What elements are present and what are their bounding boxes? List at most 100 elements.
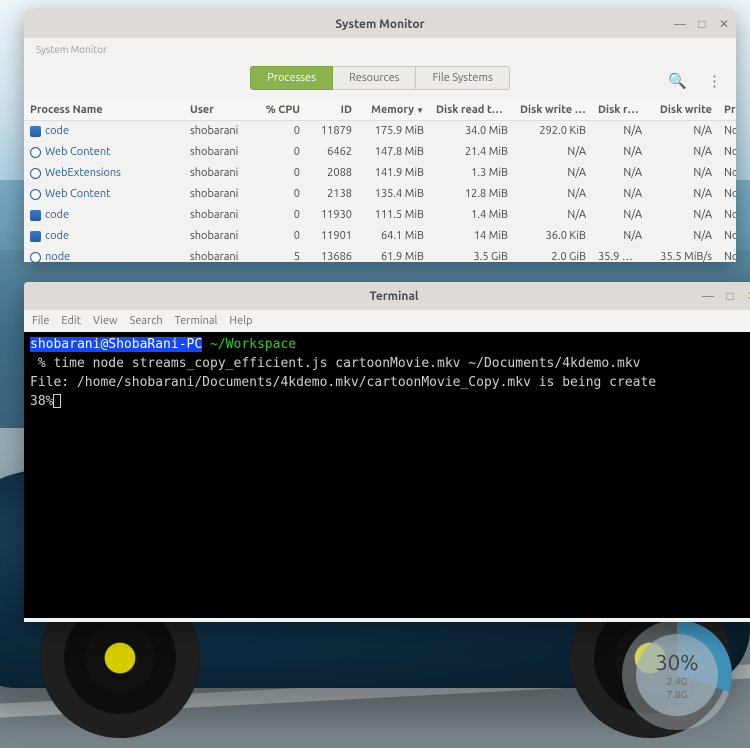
cell-user: shobarani [184, 226, 258, 247]
tab-resources[interactable]: Resources [333, 66, 416, 90]
ring-used: 2.4G [667, 675, 687, 688]
terminal-command: % time node streams_copy_efficient.js ca… [30, 356, 640, 371]
cell-id: 2088 [306, 163, 358, 184]
minimize-icon[interactable]: — [674, 18, 686, 30]
process-name: node [45, 251, 70, 262]
table-row[interactable]: Web Contentshobarani02138135.4 MiB12.8 M… [24, 184, 736, 205]
cell-write-total: N/A [514, 205, 592, 226]
process-code-icon [30, 231, 41, 242]
cell-write-total: N/A [514, 184, 592, 205]
ring-total: 7.8G [667, 688, 687, 701]
cell-priority: Normal [718, 247, 736, 263]
cell-id: 11930 [306, 205, 358, 226]
maximize-icon[interactable]: □ [724, 290, 736, 302]
cell-write: N/A [648, 226, 718, 247]
cell-cpu: 0 [258, 184, 306, 205]
cell-memory: 175.9 MiB [358, 121, 430, 142]
cell-cpu: 0 [258, 163, 306, 184]
cell-write-total: N/A [514, 163, 592, 184]
col-id[interactable]: ID [306, 100, 358, 121]
cell-read-total: 12.8 MiB [430, 184, 514, 205]
menu-file[interactable]: File [32, 315, 49, 327]
cell-priority: Normal [718, 184, 736, 205]
cell-read: N/A [592, 142, 648, 163]
menu-edit[interactable]: Edit [61, 315, 81, 327]
terminal-body[interactable]: shobarani@ShobaRani-PC ~/Workspace % tim… [24, 332, 750, 618]
col-read[interactable]: Disk read [592, 100, 648, 121]
col-user[interactable]: User [184, 100, 258, 121]
process-name: code [45, 209, 69, 221]
table-row[interactable]: codeshobarani01190164.1 MiB14 MiB36.0 Ki… [24, 226, 736, 247]
process-code-icon [30, 210, 41, 221]
cell-read: N/A [592, 163, 648, 184]
terminal-window: Terminal — □ ✕ File Edit View Search Ter… [24, 282, 750, 622]
cell-priority: Normal [718, 205, 736, 226]
cell-user: shobarani [184, 142, 258, 163]
table-row[interactable]: codeshobarani011879175.9 MiB34.0 MiB292.… [24, 121, 736, 142]
menu-help[interactable]: Help [229, 315, 252, 327]
cell-read-total: 14 MiB [430, 226, 514, 247]
close-icon[interactable]: ✕ [746, 290, 750, 302]
tab-processes[interactable]: Processes [250, 66, 333, 90]
cell-write: N/A [648, 121, 718, 142]
col-write[interactable]: Disk write [648, 100, 718, 121]
cell-id: 2138 [306, 184, 358, 205]
process-code-icon [30, 126, 41, 137]
col-name[interactable]: Process Name [24, 100, 184, 121]
cell-memory: 61.9 MiB [358, 247, 430, 263]
cell-write: N/A [648, 205, 718, 226]
sysmon-tabs: Processes Resources File Systems [24, 66, 736, 90]
close-icon[interactable]: ✕ [718, 18, 730, 30]
prompt-path: ~/Workspace [210, 337, 296, 352]
tab-filesystems[interactable]: File Systems [416, 66, 509, 90]
cell-write-total: N/A [514, 142, 592, 163]
cell-memory: 111.5 MiB [358, 205, 430, 226]
maximize-icon[interactable]: □ [696, 18, 708, 30]
menu-icon[interactable]: ⋮ [707, 72, 722, 90]
search-icon[interactable]: 🔍 [668, 72, 687, 90]
table-row[interactable]: Web Contentshobarani06462147.8 MiB21.4 M… [24, 142, 736, 163]
terminal-menubar: File Edit View Search Terminal Help [24, 310, 750, 332]
terminal-title: Terminal [369, 290, 418, 303]
cursor-icon [53, 394, 61, 408]
table-row[interactable]: nodeshobarani51368661.9 MiB3.5 GiB2.0 Gi… [24, 247, 736, 263]
cell-read-total: 1.3 MiB [430, 163, 514, 184]
cell-write-total: 292.0 KiB [514, 121, 592, 142]
terminal-progress: 38% [30, 394, 53, 409]
cell-id: 13686 [306, 247, 358, 263]
cell-user: shobarani [184, 163, 258, 184]
cell-write: N/A [648, 184, 718, 205]
col-cpu[interactable]: % CPU [258, 100, 306, 121]
col-write-total[interactable]: Disk write total [514, 100, 592, 121]
cell-read: 35.9 MiB/s [592, 247, 648, 263]
process-web-icon [30, 147, 41, 158]
table-row[interactable]: codeshobarani011930111.5 MiB1.4 MiBN/AN/… [24, 205, 736, 226]
process-web-icon [30, 252, 41, 263]
cell-user: shobarani [184, 184, 258, 205]
sort-desc-icon: ▼ [414, 106, 424, 115]
process-web-icon [30, 168, 41, 179]
cell-memory: 147.8 MiB [358, 142, 430, 163]
sysmon-title: System Monitor [335, 18, 424, 31]
terminal-titlebar[interactable]: Terminal — □ ✕ [24, 282, 750, 310]
menu-terminal[interactable]: Terminal [175, 315, 218, 327]
cell-priority: Normal [718, 163, 736, 184]
ring-percent: 30% [655, 650, 698, 675]
cell-cpu: 0 [258, 142, 306, 163]
table-row[interactable]: WebExtensionsshobarani02088141.9 MiB1.3 … [24, 163, 736, 184]
sysmon-titlebar[interactable]: System Monitor — □ ✕ [24, 10, 736, 38]
menu-view[interactable]: View [93, 315, 118, 327]
cell-user: shobarani [184, 247, 258, 263]
minimize-icon[interactable]: — [702, 290, 714, 302]
menu-search[interactable]: Search [130, 315, 163, 327]
col-read-total[interactable]: Disk read total [430, 100, 514, 121]
col-memory[interactable]: Memory▼ [358, 100, 430, 121]
col-priority[interactable]: Priority [718, 100, 736, 121]
cell-write: N/A [648, 163, 718, 184]
cell-cpu: 0 [258, 205, 306, 226]
process-web-icon [30, 189, 41, 200]
cell-id: 11901 [306, 226, 358, 247]
cell-read: N/A [592, 121, 648, 142]
cell-priority: Normal [718, 121, 736, 142]
cell-write-total: 36.0 KiB [514, 226, 592, 247]
